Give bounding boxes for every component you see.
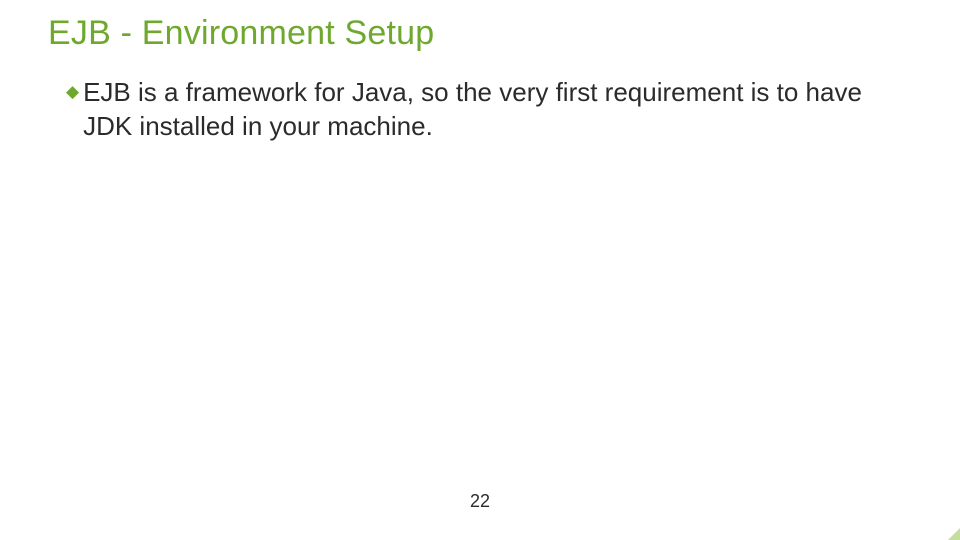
bullet-item: ◆ EJB is a framework for Java, so the ve… [66, 75, 912, 143]
slide: EJB - Environment Setup ◆ EJB is a frame… [0, 0, 960, 540]
slide-title: EJB - Environment Setup [48, 14, 912, 53]
diamond-bullet-icon: ◆ [66, 75, 79, 109]
page-number: 22 [0, 491, 960, 512]
bullet-text: EJB is a framework for Java, so the very… [83, 75, 912, 143]
accent-corner [948, 528, 960, 540]
slide-body: ◆ EJB is a framework for Java, so the ve… [48, 75, 912, 143]
